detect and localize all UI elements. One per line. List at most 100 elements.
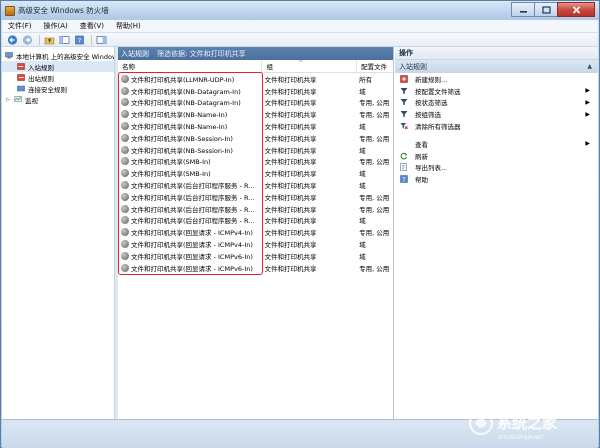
collapse-up-icon[interactable]: ▲ [587,63,592,70]
column-name[interactable]: 名称 [118,59,263,73]
filter-icon [400,98,408,106]
rule-name-cell: 文件和打印机共享(NB-Datagram-In) [118,86,262,96]
rule-disabled-icon [121,181,129,190]
help-toolbar-button[interactable]: ? [73,34,85,45]
table-row[interactable]: 文件和打印机共享(NB-Datagram-In) 文件和打印机共享 域 [118,85,393,97]
table-row[interactable]: 文件和打印机共享(后台打印程序服务 - R... 文件和打印机共享 域 [118,179,393,191]
submenu-arrow-icon: ▶ [585,110,590,118]
menu-help[interactable]: 帮助(H) [110,21,147,31]
rule-group: 文件和打印机共享 [264,111,317,120]
rule-group: 文件和打印机共享 [264,229,317,238]
action-item-6[interactable]: 查看 ▶ [395,138,598,150]
rule-name-cell: 文件和打印机共享(NB-Name-In) [118,109,262,119]
action-item-3[interactable]: 按状态筛选 ▶ [395,97,598,109]
table-row[interactable]: 文件和打印机共享(后台打印程序服务 - R... 文件和打印机共享 专用, 公用 [118,203,393,215]
table-row[interactable]: 文件和打印机共享(回显请求 - ICMPv6-In) 文件和打印机共享 专用, 公用 [118,262,393,274]
rule-disabled-icon [121,86,129,95]
table-row[interactable]: 文件和打印机共享(NB-Datagram-In) 文件和打印机共享 专用, 公用 [118,97,393,109]
tree-item-connection-security[interactable]: 连接安全规则 [2,83,114,94]
action-item-8[interactable]: 导出列表... [395,162,598,174]
actions-section-inbound[interactable]: 入站规则 ▲ [395,60,598,73]
maximize-button[interactable] [534,2,558,17]
action-item-2[interactable]: 按配置文件筛选 ▶ [395,85,598,97]
tree-item-outbound-rules[interactable]: 出站规则 [2,72,114,83]
column-group[interactable]: 组 [262,59,358,73]
up-folder-button[interactable] [43,34,55,45]
toolbar: ? [2,33,598,47]
rule-profile: 所有 [359,75,373,84]
rule-profile: 域 [359,241,366,250]
console-tree: 本地计算机 上的高级安全 Windows 防火墙 入站规则 出站规则 连接安全规… [2,47,115,419]
back-button[interactable] [6,34,18,45]
rule-group: 文件和打印机共享 [264,241,317,250]
rule-group: 文件和打印机共享 [264,252,317,261]
table-row[interactable]: 文件和打印机共享(后台打印程序服务 - R... 文件和打印机共享 域 [118,215,393,227]
maximize-icon [541,5,551,14]
close-button[interactable] [557,2,595,17]
rule-name: 文件和打印机共享(SMB-In) [131,170,211,179]
column-profile[interactable]: 配置文件 [357,60,393,73]
table-row[interactable]: 文件和打印机共享(回显请求 - ICMPv4-In) 文件和打印机共享 专用, 公用 [118,226,393,238]
toolbar-separator [39,34,40,45]
action-label: 按组筛选 [415,111,441,120]
menu-file[interactable]: 文件(F) [2,21,38,31]
minimize-button[interactable] [511,2,535,17]
rule-name-cell: 文件和打印机共享(NB-Name-In) [118,121,262,131]
rule-profile: 专用, 公用 [359,158,390,167]
action-item-5[interactable]: 清除所有筛选器 [395,120,598,132]
rule-group: 文件和打印机共享 [264,146,317,155]
action-item-7[interactable]: 刷新 [395,150,598,162]
table-row[interactable]: 文件和打印机共享(回显请求 - ICMPv4-In) 文件和打印机共享 域 [118,238,393,250]
watermark-logo: 系统之家 XITONGZHIJIA.NET [467,405,585,445]
table-row[interactable]: 文件和打印机共享(后台打印程序服务 - R... 文件和打印机共享 专用, 公用 [118,191,393,203]
title-bar[interactable]: 高级安全 Windows 防火墙 [1,1,599,20]
rules-pane: 入站规则 筛选依据: 文件和打印机共享 名称 组 配置文件 ^ 文件和打印机共享… [118,47,394,419]
actions-pane: 操作 入站规则 ▲ 新建规则... 按配置文件筛选 ▶ 按状态筛选 ▶ 按组筛选 ▶ 清除所有… [395,47,598,419]
tree-item-inbound-rules[interactable]: 入站规则 [2,61,114,72]
show-hide-tree-button[interactable] [58,34,70,45]
table-row[interactable]: 文件和打印机共享(SMB-In) 文件和打印机共享 专用, 公用 [118,156,393,168]
rule-disabled-icon [121,122,129,131]
table-row[interactable]: 文件和打印机共享(NB-Name-In) 文件和打印机共享 专用, 公用 [118,108,393,120]
menu-action[interactable]: 操作(A) [38,21,74,31]
tree-item-label: 连接安全规则 [28,85,67,94]
rule-disabled-icon [121,251,129,260]
filter-status: 筛选依据: 文件和打印机共享 [157,49,246,58]
rule-profile: 专用, 公用 [359,134,390,143]
rules-pane-title: 入站规则 [121,49,149,58]
table-row[interactable]: 文件和打印机共享(NB-Name-In) 文件和打印机共享 域 [118,120,393,132]
show-action-pane-button[interactable] [95,34,107,45]
help-book-icon: ? [74,35,84,44]
expand-arrow-icon[interactable]: ▷ [6,97,14,103]
action-label: 帮助 [415,176,428,185]
firewall-app-icon [5,5,15,16]
rule-profile: 专用, 公用 [359,193,390,202]
rules-list: 文件和打印机共享(LLMNR-UDP-In) 文件和打印机共享 所有 文件和打印机共享… [118,72,393,275]
close-icon [572,5,580,14]
rule-name-cell: 文件和打印机共享(LLMNR-UDP-In) [118,74,262,84]
rule-name: 文件和打印机共享(NB-Datagram-In) [131,99,241,108]
rule-group: 文件和打印机共享 [264,205,317,214]
action-item-4[interactable]: 按组筛选 ▶ [395,108,598,120]
action-item-1[interactable]: 新建规则... [395,73,598,85]
rule-name: 文件和打印机共享(回显请求 - ICMPv6-In) [131,252,253,261]
rule-group: 文件和打印机共享 [264,134,317,143]
rule-name-cell: 文件和打印机共享(回显请求 - ICMPv6-In) [118,251,262,261]
table-row[interactable]: 文件和打印机共享(回显请求 - ICMPv6-In) 文件和打印机共享 域 [118,250,393,262]
window-title: 高级安全 Windows 防火墙 [18,6,109,15]
filter-icon [400,110,408,118]
action-label: 导出列表... [415,164,448,173]
table-row[interactable]: 文件和打印机共享(NB-Session-In) 文件和打印机共享 专用, 公用 [118,132,393,144]
refresh-icon [400,152,408,160]
forward-arrow-icon [22,34,32,45]
tree-item-monitoring[interactable]: ▷ 监视 [2,94,114,105]
forward-button[interactable] [21,34,33,45]
tree-root[interactable]: 本地计算机 上的高级安全 Windows 防火墙 [2,50,114,61]
menu-view[interactable]: 查看(V) [74,21,110,31]
action-item-9[interactable]: ? 帮助 [395,173,598,185]
table-row[interactable]: 文件和打印机共享(LLMNR-UDP-In) 文件和打印机共享 所有 [118,73,393,85]
table-row[interactable]: 文件和打印机共享(NB-Session-In) 文件和打印机共享 域 [118,144,393,156]
table-row[interactable]: 文件和打印机共享(SMB-In) 文件和打印机共享 域 [118,167,393,179]
submenu-arrow-icon: ▶ [585,98,590,106]
computer-shield-icon [5,52,13,59]
